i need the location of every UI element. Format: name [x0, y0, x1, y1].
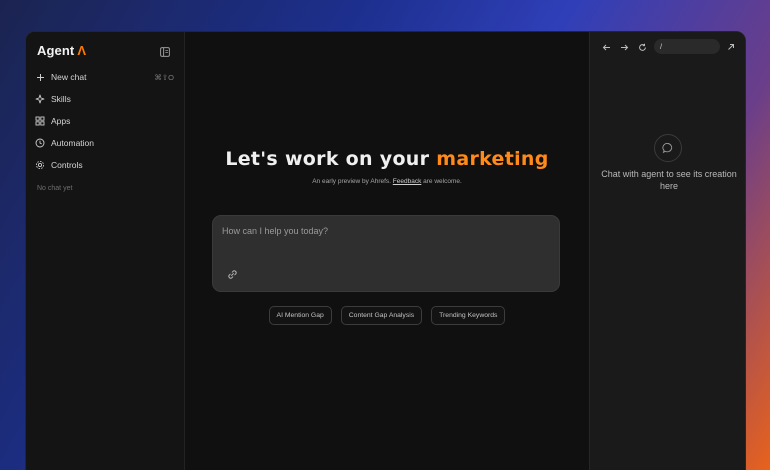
grid-icon	[35, 116, 45, 126]
app-window: Agent Λ New chat ⌘⇧O Skills Apps Automat…	[25, 31, 746, 470]
main-panel: Let's work on your marketing An early pr…	[185, 32, 589, 470]
sparkle-icon	[35, 94, 45, 104]
forward-arrow-icon[interactable]	[619, 42, 629, 52]
headline-text: Let's work on your	[225, 148, 437, 170]
gear-icon	[35, 160, 45, 170]
brand-mark: Λ	[77, 42, 87, 58]
sidebar-toggle-icon[interactable]	[160, 44, 170, 57]
chat-bubble-icon	[654, 134, 682, 162]
browser-toolbar	[590, 38, 745, 56]
prompt-box[interactable]	[212, 215, 560, 292]
empty-chat-list: No chat yet	[37, 185, 73, 192]
headline-highlight: marketing	[436, 148, 549, 170]
sidebar-item-label: Apps	[51, 116, 71, 126]
sidebar-item-skills[interactable]: Skills	[26, 88, 184, 110]
sidebar-item-label: Skills	[51, 94, 71, 104]
subtitle-text: An early preview by Ahrefs.	[312, 178, 393, 185]
feedback-link[interactable]: Feedback	[393, 178, 422, 185]
open-external-icon[interactable]	[726, 42, 736, 52]
back-arrow-icon[interactable]	[601, 42, 611, 52]
sidebar-item-label: Automation	[51, 138, 94, 148]
preview-empty-message: Chat with agent to see its creation here	[601, 169, 737, 191]
sidebar-item-new-chat[interactable]: New chat ⌘⇧O	[26, 66, 184, 88]
sidebar-nav: New chat ⌘⇧O Skills Apps Automation Cont…	[26, 66, 184, 176]
preview-panel: Chat with agent to see its creation here	[589, 32, 745, 470]
suggestion-chips: AI Mention Gap Content Gap Analysis Tren…	[185, 306, 589, 325]
reload-icon[interactable]	[637, 42, 647, 52]
link-icon[interactable]	[227, 267, 238, 279]
clock-icon	[35, 138, 45, 148]
sidebar-item-controls[interactable]: Controls	[26, 154, 184, 176]
sidebar-item-apps[interactable]: Apps	[26, 110, 184, 132]
url-field[interactable]	[654, 39, 720, 54]
subtitle: An early preview by Ahrefs. Feedback are…	[185, 178, 589, 185]
shortcut-hint: ⌘⇧O	[154, 72, 174, 82]
prompt-input[interactable]	[222, 226, 542, 236]
suggestion-chip[interactable]: AI Mention Gap	[268, 306, 332, 325]
sidebar-item-label: New chat	[51, 72, 87, 82]
brand-logo: Agent Λ	[37, 42, 87, 58]
brand-name: Agent	[37, 42, 75, 58]
suggestion-chip[interactable]: Trending Keywords	[431, 306, 506, 325]
suggestion-chip[interactable]: Content Gap Analysis	[340, 306, 423, 325]
subtitle-suffix: are welcome.	[421, 178, 462, 185]
plus-icon	[35, 72, 45, 82]
sidebar-item-label: Controls	[51, 160, 83, 170]
sidebar: Agent Λ New chat ⌘⇧O Skills Apps Automat…	[26, 32, 185, 470]
page-title: Let's work on your marketing	[185, 148, 589, 170]
sidebar-item-automation[interactable]: Automation	[26, 132, 184, 154]
